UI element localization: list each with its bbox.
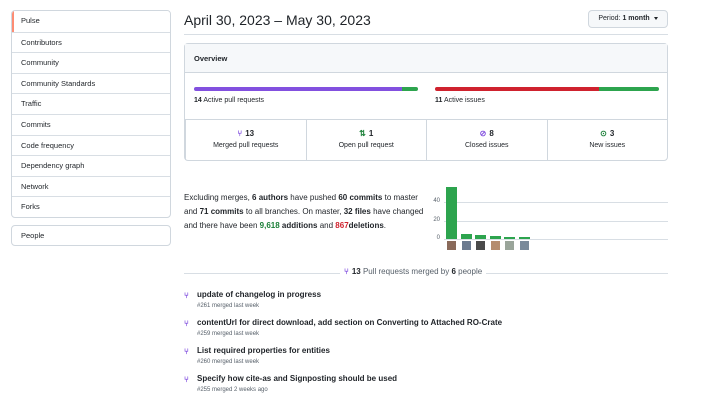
insights-sidebar: Pulse Contributors Community Community S… (11, 10, 171, 218)
files-changed-link[interactable]: 32 files (344, 207, 371, 216)
overview-panel: Overview 14 Active pull requests 11 Acti… (184, 43, 668, 161)
sidebar-item-community-standards[interactable]: Community Standards (12, 72, 170, 94)
active-prs-bar[interactable] (194, 87, 418, 91)
chart-bar[interactable] (504, 237, 515, 239)
chart-bar[interactable] (475, 235, 486, 239)
avatar[interactable] (518, 240, 530, 251)
merged-pr-icon: ⑂ (184, 375, 189, 384)
chart-gridline (444, 220, 668, 222)
overview-title: Overview (185, 44, 667, 73)
active-issues-text: Active issues (443, 97, 485, 104)
merged-people-count: 6 (451, 267, 456, 276)
header-divider (184, 34, 668, 35)
open-prs-segment (402, 87, 418, 91)
merged-prs-count: 13 (245, 129, 255, 138)
additions-label: additions (281, 221, 318, 230)
avatar[interactable] (489, 240, 501, 251)
summary-text: . (383, 221, 387, 230)
sidebar-item-dependency-graph[interactable]: Dependency graph (12, 155, 170, 176)
stat-new-issues[interactable]: ⊙ 3 New issues (546, 120, 668, 160)
merged-count: 13 (351, 267, 361, 276)
caret-down-icon (653, 16, 658, 20)
chart-bar[interactable] (446, 186, 457, 239)
stat-merged-prs[interactable]: ⑂ 13 Merged pull requests (185, 120, 306, 160)
merged-pr-icon: ⑂ (184, 291, 189, 300)
merged-pr-icon: ⑂ (184, 347, 189, 356)
merged-prs-segment (194, 87, 403, 91)
summary-text: to all branches. On master, (245, 207, 342, 216)
chart-gridline (444, 202, 668, 204)
commits-master-link[interactable]: 60 commits (338, 193, 382, 202)
merged-pr-icon: ⑂ (184, 319, 189, 328)
pr-meta: #255 merged 2 weeks ago (197, 387, 268, 393)
avatar[interactable] (475, 240, 486, 251)
sidebar-item-network[interactable]: Network (12, 175, 170, 197)
chart-tick-label: 40 (433, 198, 440, 205)
page-title: April 30, 2023 – May 30, 2023 (184, 12, 371, 28)
merged-heading-tail: people (458, 267, 483, 276)
summary-text: and (319, 221, 334, 230)
summary-text: have pushed (290, 193, 337, 202)
pr-meta: #261 merged last week (197, 303, 260, 309)
chart-bar[interactable] (518, 237, 530, 239)
chart-tick-label: 0 (436, 235, 440, 241)
sidebar-item-pulse[interactable]: Pulse (12, 11, 170, 32)
active-prs-text: Active pull requests (203, 97, 265, 104)
closed-issue-icon: ⊘ (479, 129, 487, 138)
sidebar-item-contributors[interactable]: Contributors (12, 31, 170, 53)
additions-count: 9,618 (259, 221, 280, 230)
merged-pr-icon: ⑂ (237, 129, 243, 138)
open-prs-label: Open pull request (338, 142, 394, 149)
commit-summary: Excluding merges, 6 authors have pushed … (184, 191, 424, 233)
pr-title-link[interactable]: Specify how cite-as and Signposting shou… (197, 374, 397, 383)
sidebar-item-forks[interactable]: Forks (12, 196, 170, 217)
avatar[interactable] (446, 240, 457, 251)
pr-title-link[interactable]: contentUrl for direct download, add sect… (197, 318, 502, 327)
authors-link[interactable]: 6 authors (252, 193, 288, 202)
chart-bar[interactable] (460, 234, 472, 239)
chart-bar[interactable] (489, 236, 501, 239)
sidebar-item-commits[interactable]: Commits (12, 113, 170, 135)
deletions-label: deletions (348, 221, 384, 230)
period-dropdown-button[interactable]: Period: 1 month (588, 10, 668, 28)
open-prs-count: 1 (368, 129, 374, 138)
avatar[interactable] (504, 240, 515, 251)
active-prs-count: 14 (194, 97, 202, 104)
new-issues-count: 3 (609, 129, 615, 138)
open-pr-icon: ⇅ (359, 129, 366, 138)
merged-heading-text: Pull requests merged by (362, 267, 450, 276)
commits-all-link[interactable]: 71 commits (200, 207, 244, 216)
merged-pr-icon: ⑂ (344, 267, 349, 276)
active-issues-count: 11 (435, 97, 443, 104)
period-label: Period: (598, 15, 621, 22)
new-issue-icon: ⊙ (600, 129, 607, 138)
active-issues-bar[interactable] (435, 87, 659, 91)
closed-issues-label: Closed issues (464, 142, 509, 149)
deletions-count: 867 (335, 221, 349, 230)
merged-prs-heading: ⑂ 13 Pull requests merged by 6 people (340, 267, 487, 276)
sidebar-item-people[interactable]: People (11, 225, 171, 246)
active-prs-label[interactable]: 14 Active pull requests (194, 97, 264, 104)
closed-issues-segment (435, 87, 599, 91)
stat-closed-issues[interactable]: ⊘ 8 Closed issues (426, 120, 547, 160)
new-issues-segment (598, 87, 659, 91)
merged-prs-label: Merged pull requests (213, 142, 279, 149)
sidebar-item-community[interactable]: Community (12, 52, 170, 73)
avatar[interactable] (460, 240, 472, 251)
active-issues-label[interactable]: 11 Active issues (435, 97, 485, 104)
summary-text: Excluding merges, (184, 193, 250, 202)
sidebar-item-traffic[interactable]: Traffic (12, 93, 170, 114)
period-value: 1 month (622, 15, 650, 22)
pr-title-link[interactable]: update of changelog in progress (197, 290, 321, 299)
pr-meta: #259 merged last week (197, 331, 260, 337)
pr-meta: #260 merged last week (197, 359, 260, 365)
new-issues-label: New issues (589, 142, 626, 149)
chart-tick-label: 20 (433, 216, 440, 223)
sidebar-item-code-frequency[interactable]: Code frequency (12, 134, 170, 156)
closed-issues-count: 8 (489, 129, 494, 138)
pr-title-link[interactable]: List required properties for entities (197, 346, 330, 355)
stat-open-prs[interactable]: ⇅ 1 Open pull request (305, 120, 427, 160)
